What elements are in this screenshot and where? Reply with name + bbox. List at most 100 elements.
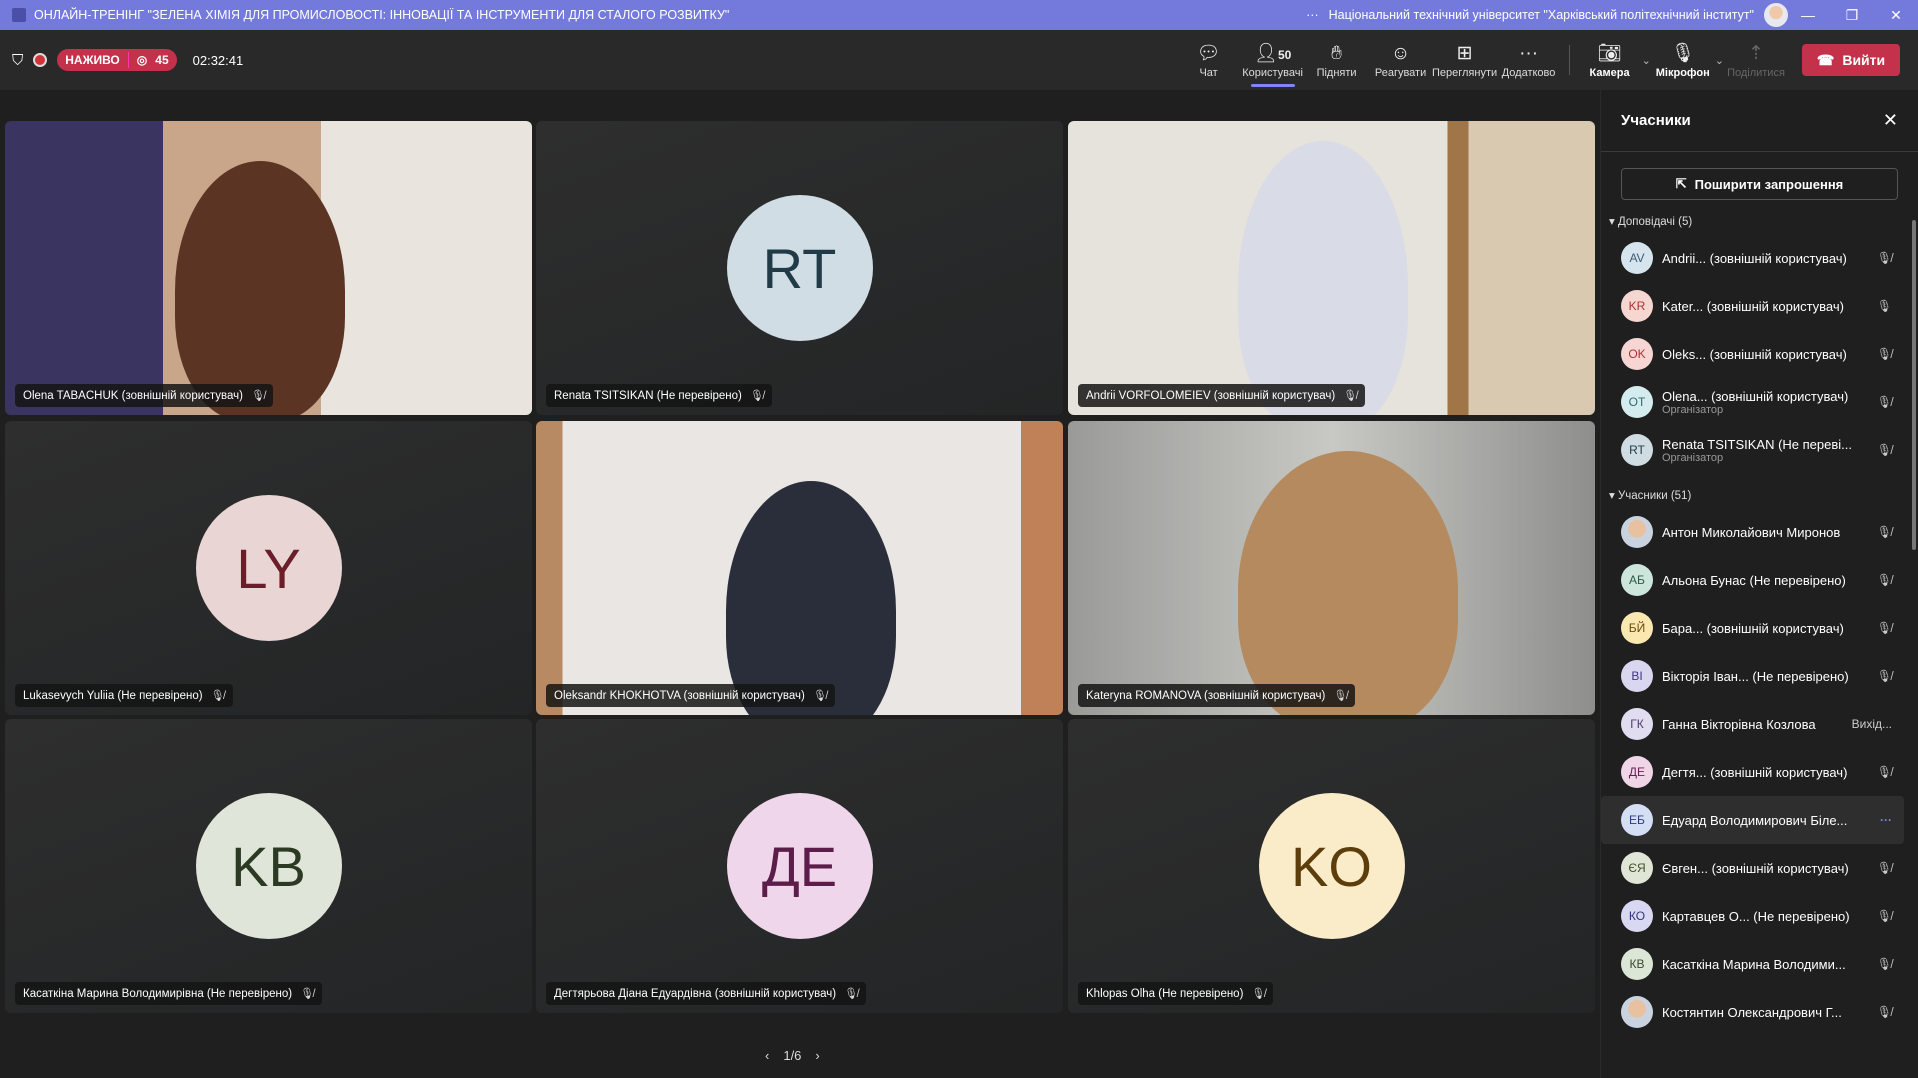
people-count: 50: [1277, 48, 1292, 62]
mic-off-icon[interactable]: 🎙︎̸: [1877, 395, 1892, 409]
leave-label: Вийти: [1842, 52, 1886, 68]
mic-off-icon: 🎙︎̸: [300, 988, 315, 1000]
participant-name: Дегтя... (зовнішній користувач): [1662, 764, 1848, 780]
participant-row[interactable]: ДЕ Дегтя... (зовнішній користувач) 🎙︎̸: [1601, 748, 1904, 796]
attendees-label: Учасники (51): [1617, 490, 1692, 502]
attendees-section-toggle[interactable]: ▾ Учасники (51): [1601, 474, 1918, 508]
mic-off-icon[interactable]: 🎙︎̸: [1877, 957, 1892, 971]
participant-row[interactable]: АБ Альона Бунас (Не перевірено) 🎙︎̸: [1601, 556, 1904, 604]
close-window-button[interactable]: ✕: [1874, 0, 1918, 30]
chat-button[interactable]: 💬︎ Чат: [1177, 30, 1241, 90]
video-tile[interactable]: KB Касаткіна Марина Володимирівна (Не пер…: [5, 719, 532, 1013]
participant-row[interactable]: OT Olena... (зовнішній користувач) Органі…: [1601, 378, 1904, 426]
video-tile[interactable]: KO Khlopas Olha (Не перевірено) 🎙︎̸: [1068, 719, 1595, 1013]
participant-name: Євген... (зовнішній користувач): [1662, 860, 1849, 876]
participant-name: Kater... (зовнішній користувач): [1662, 298, 1844, 314]
presenters-section-toggle[interactable]: ▾ Доповідачі (5): [1601, 200, 1918, 234]
mic-off-icon[interactable]: 🎙︎̸: [1877, 621, 1892, 635]
participant-name: Дегтярьова Діана Едуардівна (зовнішній к…: [554, 987, 837, 1000]
mic-label: Мікрофон: [1655, 67, 1710, 79]
mic-off-icon[interactable]: 🎙︎̸: [1877, 251, 1892, 265]
people-button[interactable]: 👤︎50 Користувачі: [1241, 30, 1305, 90]
video-tile[interactable]: Olena TABACHUK (зовнішній користувач) 🎙︎̸: [5, 121, 532, 415]
participant-avatar: RT: [726, 195, 873, 341]
participant-avatar: КО: [1621, 900, 1653, 932]
ellipsis-icon: ···: [1519, 43, 1539, 64]
mic-off-icon[interactable]: 🎙︎̸: [1877, 861, 1892, 875]
mic-off-icon: 🎙︎̸: [749, 390, 764, 402]
hand-icon: ✋︎: [1331, 43, 1342, 64]
mic-on-icon[interactable]: 🎙︎: [1877, 299, 1892, 313]
mic-options-chevron[interactable]: ⌄: [1715, 54, 1724, 67]
video-tile[interactable]: Oleksandr KHOKHOTVA (зовнішній користува…: [536, 421, 1063, 715]
mic-off-icon[interactable]: 🎙︎̸: [1877, 765, 1892, 779]
share-screen-icon: ⇡: [1748, 43, 1764, 64]
participant-row[interactable]: Антон Миколайович Миронов 🎙︎̸: [1601, 508, 1904, 556]
video-tile[interactable]: RT Renata TSITSIKAN (Не перевірено) 🎙︎̸: [536, 121, 1063, 415]
video-tile[interactable]: Andrii VORFOLOMEIEV (зовнішній користува…: [1068, 121, 1595, 415]
participant-row[interactable]: ГК Ганна Вікторівна Козлова Вихід...: [1601, 700, 1904, 748]
mic-button[interactable]: 🎙︎ Мікрофон: [1651, 30, 1715, 90]
mic-off-icon[interactable]: 🎙︎̸: [1877, 909, 1892, 923]
next-page-button[interactable]: ›: [815, 1048, 819, 1063]
participant-video: [1238, 141, 1408, 415]
participant-row[interactable]: Костянтин Олександрович Г... 🎙︎̸: [1601, 988, 1904, 1036]
page-indicator: 1/6: [783, 1048, 802, 1063]
smiley-icon: ☺: [1390, 43, 1411, 64]
share-icon: ⇱: [1675, 176, 1687, 191]
participant-video: [726, 481, 896, 715]
organization-name: Національний технічний університет "Харк…: [1328, 8, 1754, 22]
video-tile[interactable]: Kateryna ROMANOVA (зовнішній користувач)…: [1068, 421, 1595, 715]
more-options-icon[interactable]: ···: [1880, 813, 1892, 827]
more-button[interactable]: ··· Додатково: [1497, 30, 1561, 90]
share-invite-button[interactable]: ⇱ Поширити запрошення: [1621, 168, 1898, 200]
react-button[interactable]: ☺ Реагувати: [1369, 30, 1433, 90]
camera-options-chevron[interactable]: ⌄: [1642, 54, 1651, 67]
participant-row[interactable]: RT Renata TSITSIKAN (Не переві... Організ…: [1601, 426, 1904, 474]
participant-row[interactable]: КВ Касаткіна Марина Володими... 🎙︎̸: [1601, 940, 1904, 988]
minimize-button[interactable]: —: [1786, 0, 1830, 30]
participant-avatar: AV: [1621, 242, 1653, 274]
participant-row[interactable]: БЙ Бара... (зовнішній користувач) 🎙︎̸: [1601, 604, 1904, 652]
participants-panel: Учасники ✕ ⇱ Поширити запрошення ▾ Доповід…: [1600, 90, 1918, 1078]
raise-hand-button[interactable]: ✋︎ Підняти: [1305, 30, 1369, 90]
mic-off-icon[interactable]: 🎙︎̸: [1877, 525, 1892, 539]
more-icon[interactable]: ···: [1306, 8, 1319, 22]
mic-off-icon[interactable]: 🎙︎̸: [1877, 347, 1892, 361]
title-bar: ОНЛАЙН-ТРЕНІНГ "ЗЕЛЕНА ХІМІЯ ДЛЯ ПРОМИСЛ…: [0, 0, 1918, 30]
participant-row[interactable]: AV Andrii... (зовнішній користувач) 🎙︎̸: [1601, 234, 1904, 282]
mic-off-icon[interactable]: 🎙︎̸: [1877, 443, 1892, 457]
participant-avatar: LY: [195, 495, 342, 641]
restore-button[interactable]: ❐: [1830, 0, 1874, 30]
shield-icon[interactable]: ⛉: [12, 52, 23, 69]
participant-name: Вікторія Іван... (Не перевірено): [1662, 668, 1849, 684]
participant-row[interactable]: ЕБ Едуард Володимирович Біле... ···: [1601, 796, 1904, 844]
close-panel-button[interactable]: ✕: [1883, 110, 1898, 131]
camera-label: Камера: [1589, 67, 1630, 79]
video-tile[interactable]: LY Lukasevych Yuliia (Не перевірено) 🎙︎̸: [5, 421, 532, 715]
camera-button[interactable]: 📷︎ Камера: [1578, 30, 1642, 90]
view-button[interactable]: ⊞ Переглянути: [1431, 30, 1498, 90]
participant-name: Kateryna ROMANOVA (зовнішній користувач): [1086, 689, 1326, 702]
participant-row[interactable]: ЄЯ Євген... (зовнішній користувач) 🎙︎̸: [1601, 844, 1904, 892]
meeting-timer: 02:32:41: [192, 52, 244, 68]
participant-row[interactable]: КО Картавцев О... (Не перевірено) 🎙︎̸: [1601, 892, 1904, 940]
mic-off-icon[interactable]: 🎙︎̸: [1877, 669, 1892, 683]
participant-row[interactable]: OK Oleks... (зовнішній користувач) 🎙︎̸: [1601, 330, 1904, 378]
mic-off-icon[interactable]: 🎙︎̸: [1877, 573, 1892, 587]
scrollbar[interactable]: [1912, 220, 1916, 550]
participant-row[interactable]: ВІ Вікторія Іван... (Не перевірено) 🎙︎̸: [1601, 652, 1904, 700]
share-button[interactable]: ⇡ Поділитися: [1724, 30, 1788, 90]
mic-off-icon: 🎙︎̸: [1343, 390, 1358, 402]
mic-off-icon[interactable]: 🎙︎̸: [1877, 1005, 1892, 1019]
participant-video: [1238, 451, 1458, 715]
participant-avatar: ВІ: [1621, 660, 1653, 692]
prev-page-button[interactable]: ‹: [765, 1048, 769, 1063]
view-label: Переглянути: [1431, 67, 1498, 79]
user-avatar[interactable]: [1764, 3, 1788, 27]
leave-button[interactable]: ☎︎ Вийти: [1802, 44, 1900, 76]
participant-nametag: Renata TSITSIKAN (Не перевірено) 🎙︎̸: [546, 384, 772, 407]
participant-row[interactable]: KR Kater... (зовнішній користувач) 🎙︎: [1601, 282, 1904, 330]
video-tile[interactable]: ДЕ Дегтярьова Діана Едуардівна (зовнішній…: [536, 719, 1063, 1013]
recording-icon[interactable]: [33, 53, 48, 67]
